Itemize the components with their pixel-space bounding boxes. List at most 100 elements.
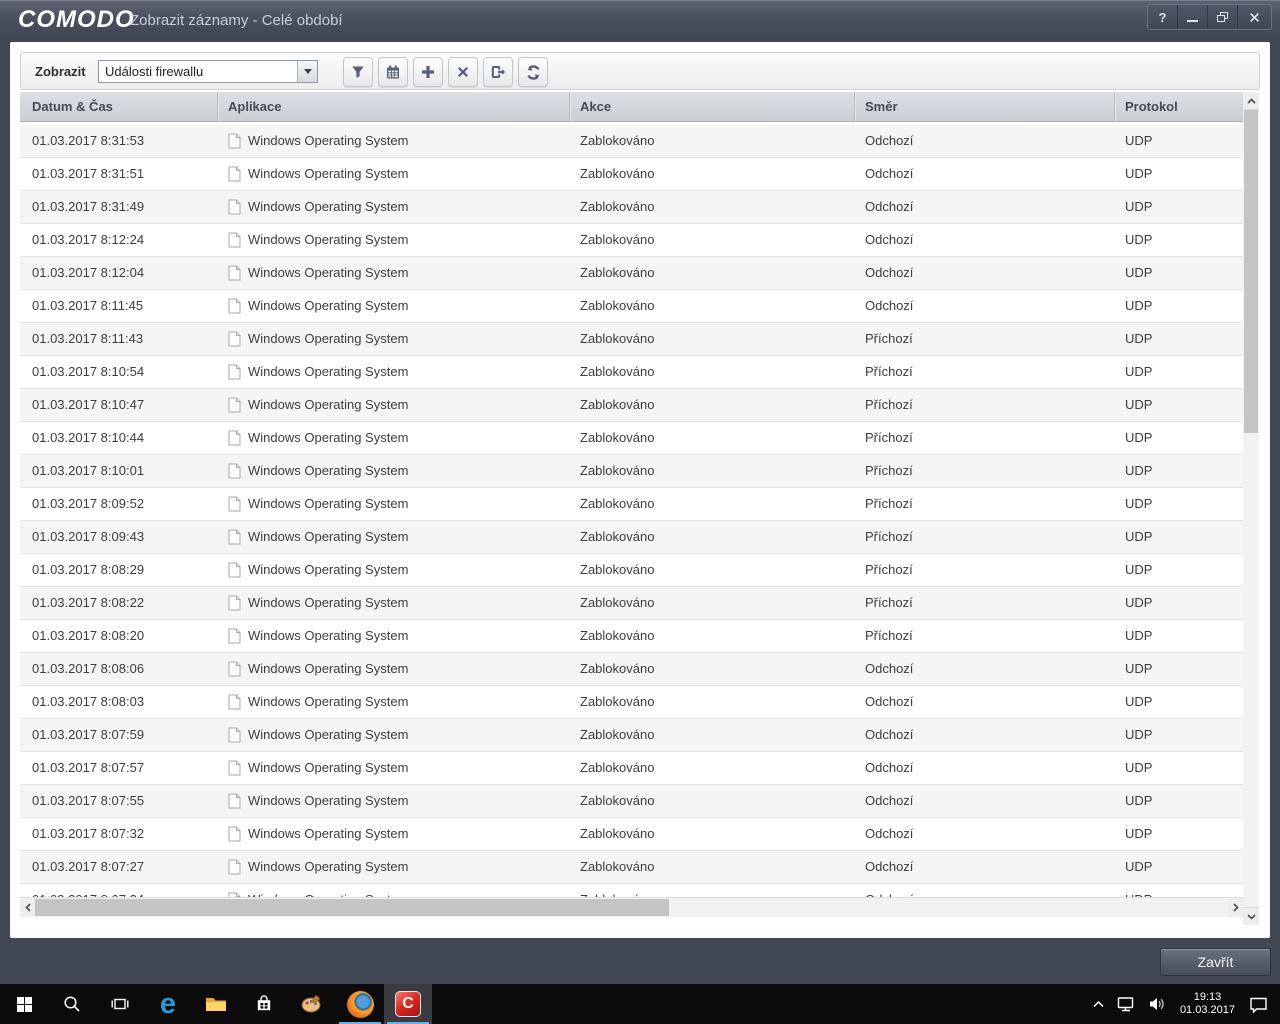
document-icon [228, 430, 241, 446]
paint-button[interactable] [288, 984, 336, 1024]
table-row[interactable]: 01.03.2017 8:31:51 Windows Operating Sys… [20, 158, 1243, 191]
row-application: Windows Operating System [218, 158, 570, 190]
row-protocol: UDP [1115, 554, 1243, 586]
table-row[interactable]: 01.03.2017 8:10:44 Windows Operating Sys… [20, 422, 1243, 455]
document-icon [228, 859, 241, 875]
column-header-direction[interactable]: Směr [855, 92, 1115, 121]
start-button[interactable] [0, 984, 48, 1024]
firefox-button[interactable] [336, 984, 384, 1024]
row-datetime: 01.03.2017 8:07:27 [20, 851, 218, 883]
horizontal-scrollbar[interactable] [20, 897, 1243, 917]
select-dropdown-button[interactable] [297, 61, 317, 82]
table-row[interactable]: 01.03.2017 8:09:52 Windows Operating Sys… [20, 488, 1243, 521]
vertical-scroll-thumb[interactable] [1244, 110, 1258, 433]
minimize-button[interactable] [1178, 5, 1208, 29]
close-button[interactable] [1238, 5, 1271, 29]
store-button[interactable] [240, 984, 288, 1024]
scroll-up-button[interactable] [1243, 92, 1259, 110]
log-type-select[interactable]: Události firewallu [98, 60, 318, 83]
row-application: Windows Operating System [218, 125, 570, 157]
row-direction: Příchozí [855, 389, 1115, 421]
scroll-down-button[interactable] [1243, 907, 1259, 925]
table-row[interactable]: 01.03.2017 8:08:06 Windows Operating Sys… [20, 653, 1243, 686]
taskbar-clock[interactable]: 19:13 01.03.2017 [1172, 991, 1243, 1017]
close-icon [1249, 12, 1260, 23]
row-action: Zablokováno [570, 752, 855, 784]
row-datetime: 01.03.2017 8:31:51 [20, 158, 218, 190]
row-protocol: UDP [1115, 653, 1243, 685]
volume-tray-button[interactable] [1142, 984, 1172, 1024]
taskbar-search-button[interactable] [48, 984, 96, 1024]
scroll-right-button[interactable] [1228, 898, 1243, 917]
table-row[interactable]: 01.03.2017 8:10:01 Windows Operating Sys… [20, 455, 1243, 488]
table-row[interactable]: 01.03.2017 8:08:22 Windows Operating Sys… [20, 587, 1243, 620]
row-action: Zablokováno [570, 521, 855, 553]
table-body: 01.03.2017 8:31:53 Windows Operating Sys… [20, 125, 1243, 905]
row-direction: Příchozí [855, 323, 1115, 355]
task-view-button[interactable] [96, 984, 144, 1024]
table-row[interactable]: 01.03.2017 8:08:03 Windows Operating Sys… [20, 686, 1243, 719]
column-header-protocol[interactable]: Protokol [1115, 92, 1243, 121]
log-type-value: Události firewallu [99, 64, 297, 79]
restore-button[interactable] [1208, 5, 1238, 29]
table-row[interactable]: 01.03.2017 8:07:27 Windows Operating Sys… [20, 851, 1243, 884]
vertical-scrollbar[interactable] [1243, 92, 1259, 925]
close-dialog-button[interactable]: Zavřít [1160, 948, 1271, 976]
add-button[interactable] [413, 57, 443, 87]
column-header-action[interactable]: Akce [570, 92, 855, 121]
action-center-button[interactable] [1243, 984, 1274, 1024]
table-row[interactable]: 01.03.2017 8:12:04 Windows Operating Sys… [20, 257, 1243, 290]
scroll-left-button[interactable] [20, 898, 35, 917]
table-row[interactable]: 01.03.2017 8:07:59 Windows Operating Sys… [20, 719, 1243, 752]
table-row[interactable]: 01.03.2017 8:07:55 Windows Operating Sys… [20, 785, 1243, 818]
comodo-icon: C [395, 991, 421, 1017]
help-button[interactable]: ? [1148, 5, 1178, 29]
application-name: Windows Operating System [248, 356, 408, 388]
application-name: Windows Operating System [248, 488, 408, 520]
row-direction: Příchozí [855, 521, 1115, 553]
table-row[interactable]: 01.03.2017 8:11:45 Windows Operating Sys… [20, 290, 1243, 323]
column-header-application[interactable]: Aplikace [218, 92, 570, 121]
refresh-button[interactable] [518, 57, 548, 87]
row-application: Windows Operating System [218, 818, 570, 850]
delete-button[interactable] [448, 57, 478, 87]
table-row[interactable]: 01.03.2017 8:11:43 Windows Operating Sys… [20, 323, 1243, 356]
row-protocol: UDP [1115, 191, 1243, 223]
row-application: Windows Operating System [218, 356, 570, 388]
calendar-button[interactable] [378, 57, 408, 87]
row-datetime: 01.03.2017 8:07:55 [20, 785, 218, 817]
tray-expand-button[interactable] [1086, 984, 1111, 1024]
row-direction: Příchozí [855, 422, 1115, 454]
table-row[interactable]: 01.03.2017 8:07:57 Windows Operating Sys… [20, 752, 1243, 785]
table-row[interactable]: 01.03.2017 8:31:53 Windows Operating Sys… [20, 125, 1243, 158]
table-row[interactable]: 01.03.2017 8:07:32 Windows Operating Sys… [20, 818, 1243, 851]
table-row[interactable]: 01.03.2017 8:31:49 Windows Operating Sys… [20, 191, 1243, 224]
table-row[interactable]: 01.03.2017 8:08:29 Windows Operating Sys… [20, 554, 1243, 587]
row-protocol: UDP [1115, 785, 1243, 817]
application-name: Windows Operating System [248, 323, 408, 355]
row-action: Zablokováno [570, 653, 855, 685]
horizontal-scroll-thumb[interactable] [35, 899, 669, 916]
table-row[interactable]: 01.03.2017 8:09:43 Windows Operating Sys… [20, 521, 1243, 554]
row-direction: Příchozí [855, 455, 1115, 487]
comodo-log-viewer-window: COMODO Zobrazit záznamy - Celé období ? … [0, 0, 1280, 1024]
application-name: Windows Operating System [248, 455, 408, 487]
row-protocol: UDP [1115, 125, 1243, 157]
network-tray-button[interactable] [1111, 984, 1142, 1024]
column-header-datetime[interactable]: Datum & Čas [20, 92, 218, 121]
table-row[interactable]: 01.03.2017 8:12:24 Windows Operating Sys… [20, 224, 1243, 257]
comodo-taskbar-button[interactable]: C [384, 984, 432, 1024]
export-button[interactable] [483, 57, 513, 87]
task-view-icon [111, 996, 129, 1012]
row-action: Zablokováno [570, 158, 855, 190]
edge-button[interactable]: e [144, 984, 192, 1024]
application-name: Windows Operating System [248, 851, 408, 883]
table-row[interactable]: 01.03.2017 8:10:54 Windows Operating Sys… [20, 356, 1243, 389]
start-icon [16, 996, 33, 1013]
application-name: Windows Operating System [248, 422, 408, 454]
row-action: Zablokováno [570, 785, 855, 817]
file-explorer-button[interactable] [192, 984, 240, 1024]
filter-button[interactable] [343, 57, 373, 87]
table-row[interactable]: 01.03.2017 8:10:47 Windows Operating Sys… [20, 389, 1243, 422]
table-row[interactable]: 01.03.2017 8:08:20 Windows Operating Sys… [20, 620, 1243, 653]
